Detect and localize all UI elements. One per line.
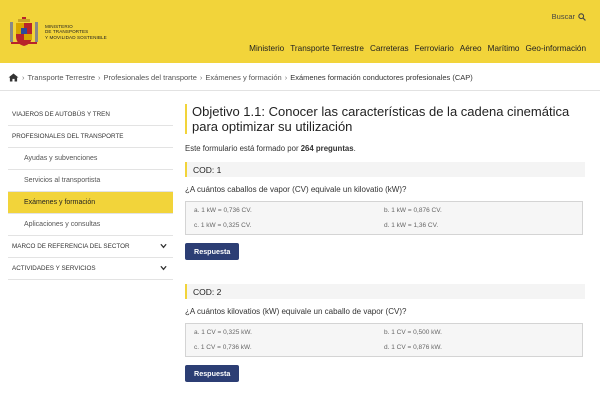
answer-option: b. 1 kW = 0,876 CV. bbox=[384, 207, 442, 214]
answer-option: b. 1 CV = 0,500 kW. bbox=[384, 329, 442, 336]
ministry-logo[interactable]: MINISTERIO DE TRANSPORTES Y MOVILIDAD SO… bbox=[9, 16, 107, 48]
question-text: ¿A cuántos kilovatios (kW) equivale un c… bbox=[185, 307, 407, 316]
sidebar-item-label: MARCO DE REFERENCIA DEL SECTOR bbox=[12, 243, 130, 250]
search-link[interactable]: Buscar bbox=[552, 12, 586, 21]
home-icon[interactable] bbox=[8, 73, 19, 82]
ministry-name: MINISTERIO DE TRANSPORTES Y MOVILIDAD SO… bbox=[45, 24, 107, 40]
question-block: COD: 1 ¿A cuántos caballos de vapor (CV)… bbox=[185, 162, 585, 260]
sidebar-item-label: Ayudas y subvenciones bbox=[24, 155, 98, 162]
question-code: COD: 2 bbox=[185, 284, 585, 299]
breadcrumb: › Transporte Terrestre › Profesionales d… bbox=[8, 73, 592, 82]
nav-geo-informacion[interactable]: Geo-información bbox=[525, 44, 586, 53]
sidebar-item-label: PROFESIONALES DEL TRANSPORTE bbox=[12, 133, 124, 140]
sidebar: VIAJEROS DE AUTOBÚS Y TREN PROFESIONALES… bbox=[8, 104, 173, 280]
site-header: MINISTERIO DE TRANSPORTES Y MOVILIDAD SO… bbox=[0, 0, 600, 63]
answer-option: d. 1 CV = 0,876 kW. bbox=[384, 344, 442, 351]
intro-suffix: . bbox=[353, 144, 356, 153]
sidebar-item-label: ACTIVIDADES Y SERVICIOS bbox=[12, 265, 96, 272]
question-text: ¿A cuántos caballos de vapor (CV) equiva… bbox=[185, 185, 407, 194]
sidebar-item-examenes[interactable]: Exámenes y formación bbox=[8, 192, 173, 214]
sidebar-item-profesionales[interactable]: PROFESIONALES DEL TRANSPORTE bbox=[8, 126, 173, 148]
main-nav: Ministerio Transporte Terrestre Carreter… bbox=[243, 44, 586, 53]
answer-option: a. 1 kW = 0,736 CV. bbox=[194, 207, 252, 214]
nav-transporte-terrestre[interactable]: Transporte Terrestre bbox=[290, 44, 364, 53]
page-title: Objetivo 1.1: Conocer las característica… bbox=[185, 104, 585, 134]
divider bbox=[0, 90, 600, 91]
sidebar-item-viajeros[interactable]: VIAJEROS DE AUTOBÚS Y TREN bbox=[8, 104, 173, 126]
nav-ministerio[interactable]: Ministerio bbox=[249, 44, 284, 53]
sidebar-item-aplicaciones[interactable]: Aplicaciones y consultas bbox=[8, 214, 173, 236]
question-code: COD: 1 bbox=[185, 162, 585, 177]
answer-button[interactable]: Respuesta bbox=[185, 243, 240, 260]
main-content: Objetivo 1.1: Conocer las característica… bbox=[185, 104, 585, 382]
answer-option: d. 1 kW = 1,36 CV. bbox=[384, 222, 439, 229]
nav-ferroviario[interactable]: Ferroviario bbox=[415, 44, 454, 53]
sidebar-item-marco-referencia[interactable]: MARCO DE REFERENCIA DEL SECTOR bbox=[8, 236, 173, 258]
breadcrumb-item[interactable]: Transporte Terrestre bbox=[28, 73, 96, 82]
sidebar-item-label: Aplicaciones y consultas bbox=[24, 221, 101, 228]
chevron-down-icon[interactable] bbox=[160, 265, 167, 271]
question-block: COD: 2 ¿A cuántos kilovatios (kW) equiva… bbox=[185, 284, 585, 382]
coat-of-arms-icon bbox=[10, 17, 38, 46]
breadcrumb-separator: › bbox=[22, 73, 25, 82]
sidebar-item-ayudas[interactable]: Ayudas y subvenciones bbox=[8, 148, 173, 170]
sidebar-item-label: VIAJEROS DE AUTOBÚS Y TREN bbox=[12, 111, 110, 118]
breadcrumb-item[interactable]: Exámenes y formación bbox=[205, 73, 281, 82]
answer-option: c. 1 CV = 0,736 kW. bbox=[194, 344, 252, 351]
nav-maritimo[interactable]: Marítimo bbox=[488, 44, 520, 53]
intro-text: Este formulario está formado por 264 pre… bbox=[185, 144, 585, 153]
search-label: Buscar bbox=[551, 12, 575, 21]
breadcrumb-separator: › bbox=[284, 73, 288, 82]
nav-aereo[interactable]: Aéreo bbox=[460, 44, 482, 53]
nav-carreteras[interactable]: Carreteras bbox=[370, 44, 409, 53]
breadcrumb-current: Exámenes formación conductores profesion… bbox=[290, 73, 473, 82]
ministry-line: Y MOVILIDAD SOSTENIBLE bbox=[45, 34, 107, 40]
search-icon bbox=[578, 12, 586, 21]
sidebar-item-actividades[interactable]: ACTIVIDADES Y SERVICIOS bbox=[8, 258, 173, 280]
answer-button[interactable]: Respuesta bbox=[185, 365, 240, 382]
breadcrumb-separator: › bbox=[199, 73, 203, 82]
breadcrumb-item[interactable]: Profesionales del transporte bbox=[104, 73, 197, 82]
breadcrumb-separator: › bbox=[98, 73, 101, 82]
intro-prefix: Este formulario está formado por bbox=[185, 144, 301, 153]
answer-option: c. 1 kW = 0,325 CV. bbox=[194, 222, 252, 229]
answer-option: a. 1 CV = 0,325 kW. bbox=[194, 329, 252, 336]
question-count: 264 preguntas bbox=[300, 144, 354, 153]
sidebar-item-label: Exámenes y formación bbox=[24, 199, 96, 206]
answer-options: a. 1 CV = 0,325 kW. b. 1 CV = 0,500 kW. … bbox=[185, 323, 583, 357]
sidebar-item-label: Servicios al transportista bbox=[24, 177, 101, 184]
answer-options: a. 1 kW = 0,736 CV. b. 1 kW = 0,876 CV. … bbox=[185, 201, 583, 235]
chevron-down-icon[interactable] bbox=[160, 243, 167, 249]
sidebar-item-servicios-transportista[interactable]: Servicios al transportista bbox=[8, 170, 173, 192]
